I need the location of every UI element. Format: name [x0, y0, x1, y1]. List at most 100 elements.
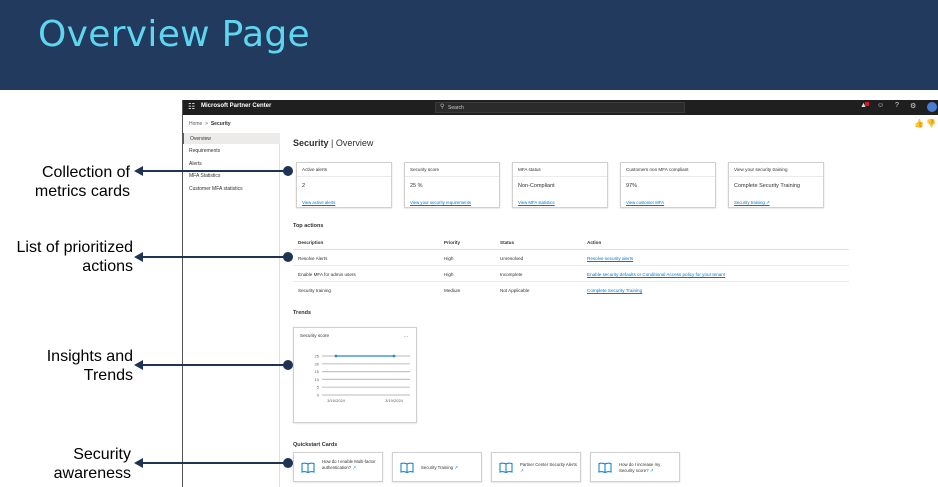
- waffle-icon[interactable]: ☷: [188, 102, 195, 111]
- card-link[interactable]: View MFA statistics: [518, 200, 555, 205]
- quickstart-text: How do I increase my Security score? ↗: [619, 462, 677, 474]
- callout-actions: List of prioritized actions: [0, 238, 134, 276]
- arrow-dot: [283, 252, 293, 262]
- card-link[interactable]: View active alerts: [302, 200, 335, 205]
- sidebar-item-mfa-statistics[interactable]: MFA Statistics: [183, 170, 280, 181]
- book-icon: [499, 462, 513, 473]
- card-divider: [405, 176, 499, 177]
- arrow-dot: [283, 458, 293, 468]
- quickstart-label: How do I enable Multi-factor authenticat…: [322, 459, 376, 470]
- external-link-icon: ↗: [520, 468, 524, 473]
- column-header: Status: [500, 240, 515, 245]
- card-link-text[interactable]: Security training: [734, 200, 765, 205]
- top-actions-title: Top actions: [293, 223, 324, 229]
- app-name[interactable]: Microsoft Partner Center: [201, 103, 271, 109]
- search-placeholder: Search: [448, 105, 464, 111]
- sidebar-item-requirements[interactable]: Requirements: [183, 145, 280, 156]
- top-bar: ☷ Microsoft Partner Center ⚲ Search ▲ ☺ …: [183, 100, 938, 115]
- card-value: Non-Compliant: [518, 183, 555, 189]
- search-icon: ⚲: [440, 104, 445, 110]
- card-divider: [729, 176, 823, 177]
- search-input[interactable]: ⚲ Search: [435, 102, 685, 113]
- y-tick-label: 20: [315, 361, 320, 366]
- avatar[interactable]: [927, 102, 937, 112]
- callout-line: awareness: [53, 465, 131, 482]
- table-row: Resolve Alerts High Unresolved Resolve s…: [293, 250, 849, 266]
- quickstart-card-security-training[interactable]: Security Training ↗: [392, 452, 482, 482]
- card-link[interactable]: Security training ↗: [734, 200, 770, 206]
- card-divider: [513, 176, 607, 177]
- book-icon: [301, 462, 315, 473]
- quickstart-label: Security Training: [421, 465, 454, 470]
- card-value: 2: [302, 183, 306, 189]
- external-link-icon: ↗: [352, 465, 356, 470]
- gear-icon[interactable]: ⚙: [910, 102, 916, 110]
- quickstart-text: How do I enable Multi-factor authenticat…: [322, 459, 380, 471]
- card-title: Security score: [410, 167, 440, 172]
- notification-badge: [865, 102, 869, 106]
- page-title-primary: Security: [293, 138, 329, 148]
- quickstart-card-security-alerts[interactable]: Partner Center Security Alerts ↗: [491, 452, 581, 482]
- y-tick-label: 25: [315, 354, 320, 359]
- table-header: Description Priority Status Action: [293, 234, 849, 250]
- card-title: View your security training: [734, 167, 788, 172]
- side-nav: Overview Requirements Alerts MFA Statist…: [183, 133, 280, 487]
- external-link-icon: ↗: [454, 465, 458, 470]
- sidebar-item-overview[interactable]: Overview: [183, 133, 280, 144]
- slide-title: Overview Page: [38, 14, 310, 55]
- callout-line: metrics cards: [34, 183, 130, 200]
- cell-action-link[interactable]: Complete Security Training: [587, 288, 642, 293]
- y-tick-label: 0: [317, 393, 320, 398]
- metric-card-active-alerts: Active alerts 2 View active alerts: [296, 162, 392, 208]
- sidebar-item-alerts[interactable]: Alerts: [183, 158, 280, 169]
- y-tick-label: 10: [315, 377, 320, 382]
- quickstart-card-mfa[interactable]: How do I enable Multi-factor authenticat…: [293, 452, 383, 482]
- breadcrumb-home[interactable]: Home: [189, 121, 202, 127]
- callout-trends: Insights and Trends: [18, 347, 133, 385]
- quickstart-title: Quickstart Cards: [293, 442, 338, 448]
- thumbs-up-icon[interactable]: 👍: [914, 119, 924, 128]
- table-row: Enable MFA for admin users High Incomple…: [293, 266, 849, 282]
- quickstart-label: How do I increase my Security score?: [619, 462, 661, 473]
- cell-action-link[interactable]: Resolve security alerts: [587, 256, 633, 261]
- security-score-chart: 25 20 15 10 5 0 3/16/2024 3/19/2024: [315, 354, 410, 403]
- trends-title: Trends: [293, 310, 312, 316]
- x-tick-label: 3/19/2024: [385, 398, 404, 403]
- y-tick-label: 15: [315, 369, 320, 374]
- external-link-icon: ↗: [766, 200, 770, 205]
- card-link[interactable]: View customer MFA: [626, 200, 664, 205]
- callout-line: Security: [73, 446, 131, 463]
- card-title: Active alerts: [302, 167, 328, 172]
- cell-priority: High: [444, 256, 454, 261]
- data-point: [392, 354, 396, 358]
- cell-description: Enable MFA for admin users: [298, 272, 356, 277]
- breadcrumb: Home > Security: [189, 121, 231, 127]
- cell-priority: High: [444, 272, 454, 277]
- help-icon[interactable]: ?: [895, 102, 899, 109]
- callout-line: actions: [82, 258, 133, 275]
- quickstart-card-security-score[interactable]: How do I increase my Security score? ↗: [590, 452, 680, 482]
- page-title-separator: |: [331, 138, 334, 148]
- card-title: Customers non MFA compliant: [626, 167, 689, 172]
- sidebar-item-customer-mfa-statistics[interactable]: Customer MFA statistics: [183, 183, 280, 194]
- cell-status: Unresolved: [500, 256, 524, 261]
- book-icon: [598, 462, 612, 473]
- table-row: Security training Medium Not Applicable …: [293, 282, 849, 298]
- arrow-dot: [283, 360, 293, 370]
- column-header: Action: [587, 240, 602, 245]
- callout-line: Collection of: [41, 164, 130, 181]
- data-point: [334, 354, 338, 358]
- page-title-secondary: Overview: [335, 138, 374, 148]
- metric-card-customers-non-mfa: Customers non MFA compliant 97% View cus…: [620, 162, 716, 208]
- card-value: 25 %: [410, 183, 423, 189]
- arrow-line: [140, 462, 288, 464]
- emoji-icon[interactable]: ☺: [877, 102, 884, 109]
- cell-action-link[interactable]: Enable security defaults or Conditional …: [587, 272, 725, 277]
- card-title: MFA status: [518, 167, 541, 172]
- metric-card-security-score: Security score 25 % View your security r…: [404, 162, 500, 208]
- trend-card-security-score: Security score ... 25 20 15 10 5 0 3/16/2024 3/…: [293, 327, 417, 423]
- card-link[interactable]: View your security requirements: [410, 200, 471, 205]
- arrow-line: [140, 256, 288, 258]
- thumbs-down-icon[interactable]: 👎: [926, 119, 936, 128]
- book-icon: [400, 462, 414, 473]
